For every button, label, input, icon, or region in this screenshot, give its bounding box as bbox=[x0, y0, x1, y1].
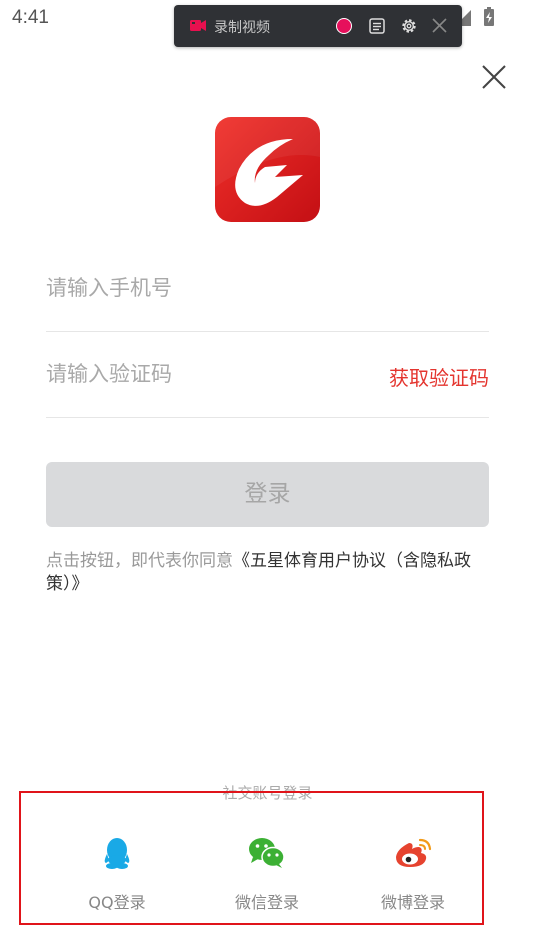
qq-login-label: QQ登录 bbox=[88, 893, 146, 912]
wechat-login-label: 微信登录 bbox=[234, 893, 299, 912]
wechat-login-button[interactable]: 微信登录 bbox=[212, 835, 322, 913]
code-field: 获取验证码 bbox=[46, 331, 489, 418]
wechat-icon bbox=[249, 838, 285, 868]
record-button[interactable] bbox=[336, 18, 352, 34]
verification-code-input[interactable] bbox=[46, 331, 376, 417]
recorder-close-icon[interactable] bbox=[432, 18, 447, 33]
close-icon[interactable] bbox=[480, 63, 508, 91]
login-button[interactable]: 登录 bbox=[46, 462, 489, 527]
status-time: 4:41 bbox=[12, 7, 49, 28]
agreement-prefix: 点击按钮，即代表你同意 bbox=[46, 551, 233, 571]
app-logo bbox=[215, 117, 320, 222]
qq-icon bbox=[104, 838, 130, 869]
recorder-label: 录制视频 bbox=[214, 20, 270, 36]
video-camera-icon bbox=[190, 20, 206, 31]
weibo-login-button[interactable]: 微博登录 bbox=[358, 835, 468, 913]
gear-icon[interactable] bbox=[400, 17, 418, 35]
list-icon[interactable] bbox=[369, 18, 385, 34]
phone-field bbox=[46, 245, 489, 332]
get-code-button[interactable]: 获取验证码 bbox=[389, 362, 489, 391]
agreement-text: 点击按钮，即代表你同意《五星体育用户协议（含隐私政策）》 bbox=[46, 550, 486, 596]
phone-input[interactable] bbox=[46, 245, 376, 331]
weibo-icon bbox=[396, 838, 432, 867]
weibo-login-label: 微博登录 bbox=[380, 893, 445, 912]
qq-login-button[interactable]: QQ登录 bbox=[62, 835, 172, 913]
screen-recorder-toolbar: 录制视频 bbox=[174, 5, 462, 47]
